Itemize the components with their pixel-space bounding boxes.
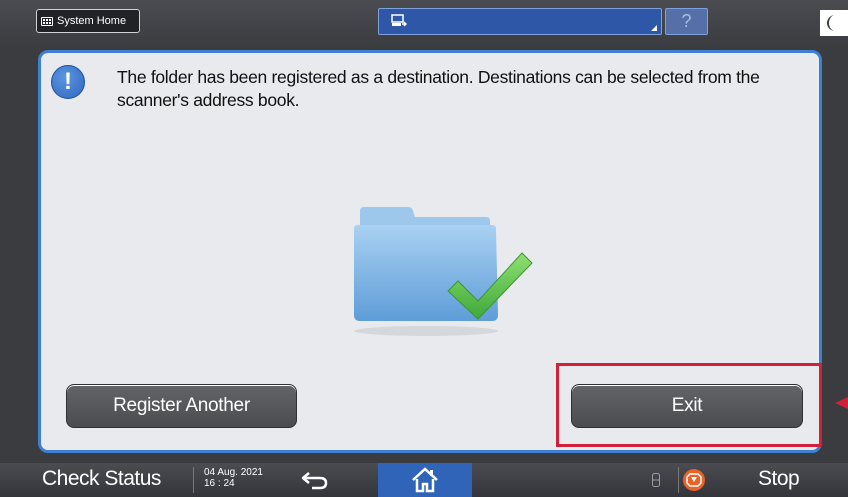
info-icon: ! — [51, 65, 85, 99]
top-bar: System Home ? — [0, 0, 848, 44]
folder-check-icon — [354, 207, 533, 336]
grid-icon — [41, 16, 53, 26]
scanner-icon — [391, 14, 407, 27]
help-button[interactable]: ? — [665, 8, 708, 35]
home-icon — [412, 467, 438, 493]
date-text: 04 Aug. 2021 — [204, 467, 263, 478]
app-switcher-button[interactable] — [378, 8, 662, 35]
time-text: 16 : 24 — [204, 478, 235, 489]
date-time: 04 Aug. 2021 16 : 24 — [193, 467, 273, 493]
home-button[interactable] — [378, 463, 472, 497]
memory-icon — [652, 473, 660, 487]
exit-highlight-box — [556, 363, 822, 447]
register-another-button[interactable]: Register Another — [66, 384, 297, 428]
stop-icon[interactable] — [682, 468, 706, 492]
bottom-bar: Check Status 04 Aug. 2021 16 : 24 Stop — [0, 463, 848, 497]
check-status-button[interactable]: Check Status — [42, 467, 161, 491]
system-home-label: System Home — [57, 15, 127, 27]
moon-icon[interactable] — [820, 10, 848, 36]
dialog-message: The folder has been registered as a dest… — [117, 67, 760, 110]
pointer-arrow-icon — [835, 397, 848, 409]
system-home-button[interactable]: System Home — [36, 9, 140, 33]
separator — [678, 467, 679, 493]
dropdown-corner-icon — [651, 25, 657, 31]
back-icon[interactable] — [300, 469, 330, 491]
stop-button[interactable]: Stop — [758, 467, 800, 491]
